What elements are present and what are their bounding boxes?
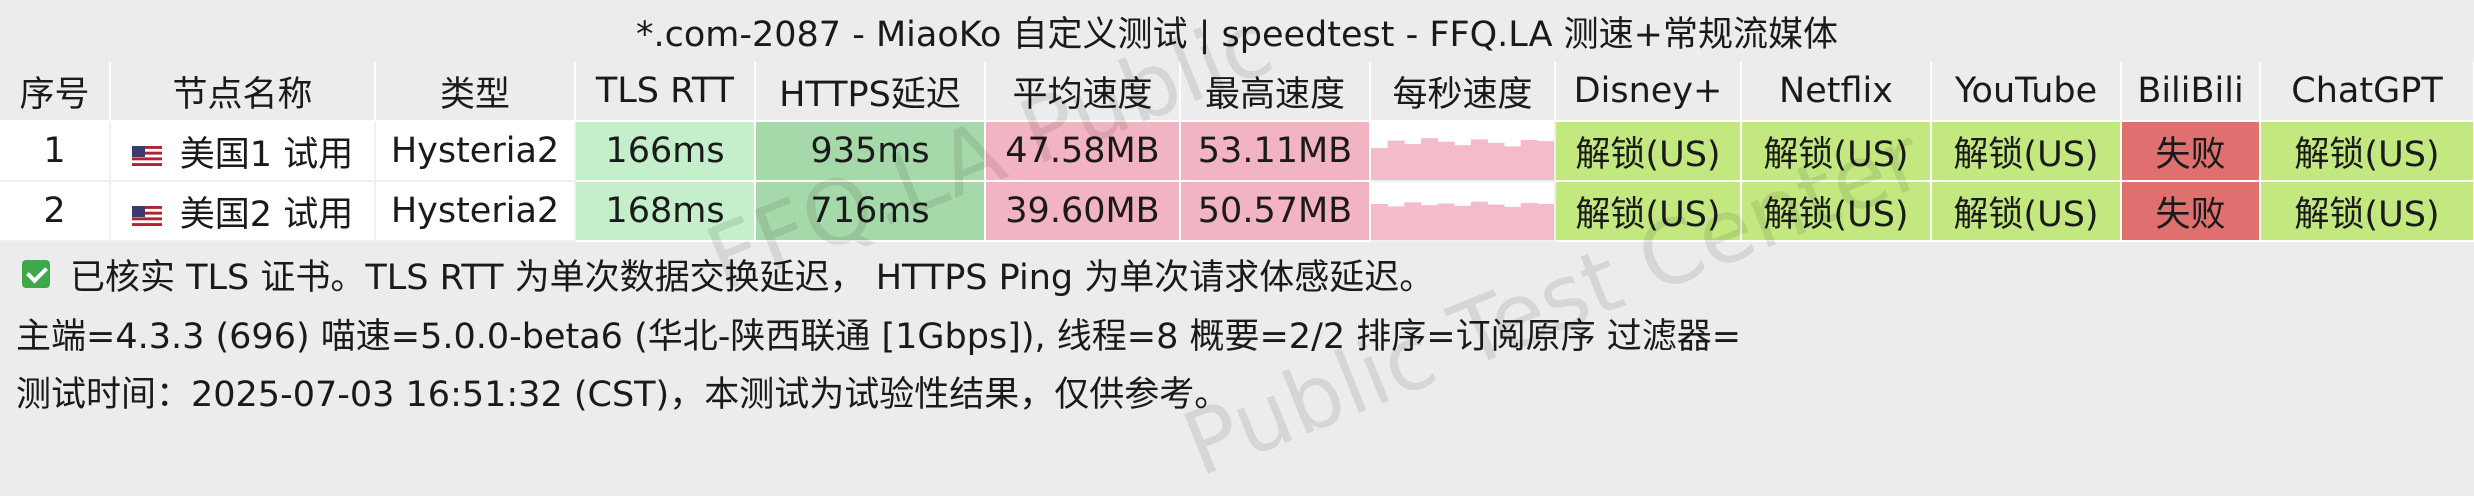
- table-header-row: 序号 节点名称 类型 TLS RTT HTTPS延迟 平均速度 最高速度 每秒速…: [0, 62, 2474, 122]
- node-name-label: 美国1 试用: [179, 134, 354, 175]
- table-row: 1 美国1 试用 Hysteria2 166ms 935ms 47.58MB 5…: [0, 121, 2474, 182]
- header-index: 序号: [0, 62, 111, 122]
- speed-bar: [1454, 145, 1472, 180]
- test-time-note: 测试时间：2025-07-03 16:51:32 (CST)，本测试为试验性结果…: [16, 374, 1230, 415]
- cell-max-speed: 50.57MB: [1180, 181, 1371, 242]
- checkbox-checked-icon: [22, 260, 50, 288]
- cell-disney: 解锁(US): [1555, 121, 1742, 182]
- page-title: *.com-2087 - MiaoKo 自定义测试 | speedtest - …: [0, 0, 2474, 62]
- speed-bar: [1520, 202, 1538, 240]
- speed-bar: [1454, 205, 1472, 240]
- header-tls-rtt: TLS RTT: [575, 62, 756, 122]
- cell-youtube: 解锁(US): [1931, 121, 2122, 182]
- cell-tls-rtt: 168ms: [575, 181, 756, 242]
- speed-bar: [1404, 202, 1422, 240]
- speed-bar: [1387, 140, 1405, 180]
- speed-bar: [1504, 146, 1522, 180]
- header-https-latency: HTTPS延迟: [755, 62, 986, 122]
- cell-chatgpt: 解锁(US): [2260, 121, 2474, 182]
- cell-per-second-graph: [1370, 121, 1556, 182]
- cell-tls-rtt: 166ms: [575, 121, 756, 182]
- header-max-speed: 最高速度: [1180, 62, 1371, 122]
- speed-bar: [1404, 144, 1422, 180]
- speed-bar: [1387, 206, 1405, 240]
- table-row: 2 美国2 试用 Hysteria2 168ms 716ms 39.60MB 5…: [0, 181, 2474, 242]
- header-per-second-speed: 每秒速度: [1370, 62, 1556, 122]
- cell-https-latency: 716ms: [755, 181, 986, 242]
- cell-per-second-graph: [1370, 181, 1556, 242]
- cell-max-speed: 53.11MB: [1180, 121, 1371, 182]
- speed-bar: [1470, 201, 1488, 240]
- speed-bar: [1537, 141, 1554, 180]
- results-table: 序号 节点名称 类型 TLS RTT HTTPS延迟 平均速度 最高速度 每秒速…: [0, 62, 2474, 242]
- cell-netflix: 解锁(US): [1741, 181, 1932, 242]
- speed-bar: [1420, 205, 1438, 240]
- header-type: 类型: [375, 62, 576, 122]
- cell-https-latency: 935ms: [755, 121, 986, 182]
- cell-bilibili: 失败: [2121, 121, 2261, 182]
- speed-bar: [1470, 139, 1488, 180]
- header-disney: Disney+: [1555, 62, 1742, 122]
- cell-avg-speed: 39.60MB: [985, 181, 1181, 242]
- cell-index: 2: [0, 181, 111, 242]
- speed-bar: [1520, 140, 1538, 180]
- speed-bar: [1371, 204, 1389, 240]
- cell-node-name: 美国1 试用: [110, 121, 376, 182]
- backend-info: 主端=4.3.3 (696) 喵速=5.0.0-beta6 (华北-陕西联通 […: [16, 316, 1742, 357]
- tls-verified-note: 已核实 TLS 证书。TLS RTT 为单次数据交换延迟， HTTPS Ping…: [0, 244, 2474, 304]
- speed-bar: [1437, 141, 1455, 180]
- cell-index: 1: [0, 121, 111, 182]
- speed-bar: [1504, 206, 1522, 240]
- speed-bar: [1487, 204, 1505, 240]
- cell-node-name: 美国2 试用: [110, 181, 376, 242]
- cell-type: Hysteria2: [375, 121, 576, 182]
- header-node-name: 节点名称: [110, 62, 376, 122]
- speed-bar: [1537, 204, 1554, 240]
- speed-bar: [1420, 138, 1438, 180]
- per-second-sparkline: [1371, 138, 1554, 180]
- cell-chatgpt: 解锁(US): [2260, 181, 2474, 242]
- header-avg-speed: 平均速度: [985, 62, 1181, 122]
- cell-type: Hysteria2: [375, 181, 576, 242]
- header-netflix: Netflix: [1741, 62, 1932, 122]
- speed-bar: [1437, 203, 1455, 240]
- header-chatgpt: ChatGPT: [2260, 62, 2474, 122]
- cell-netflix: 解锁(US): [1741, 121, 1932, 182]
- header-youtube: YouTube: [1931, 62, 2122, 122]
- cell-disney: 解锁(US): [1555, 181, 1742, 242]
- node-name-label: 美国2 试用: [179, 194, 354, 235]
- cell-avg-speed: 47.58MB: [985, 121, 1181, 182]
- speed-bar: [1487, 142, 1505, 180]
- header-bilibili: BiliBili: [2121, 62, 2261, 122]
- us-flag-icon: [131, 145, 162, 166]
- tls-verified-text: 已核实 TLS 证书。TLS RTT 为单次数据交换延迟， HTTPS Ping…: [70, 257, 1435, 298]
- speed-bar: [1371, 148, 1389, 180]
- cell-youtube: 解锁(US): [1931, 181, 2122, 242]
- cell-bilibili: 失败: [2121, 181, 2261, 242]
- us-flag-icon: [131, 205, 162, 226]
- per-second-sparkline: [1371, 201, 1554, 240]
